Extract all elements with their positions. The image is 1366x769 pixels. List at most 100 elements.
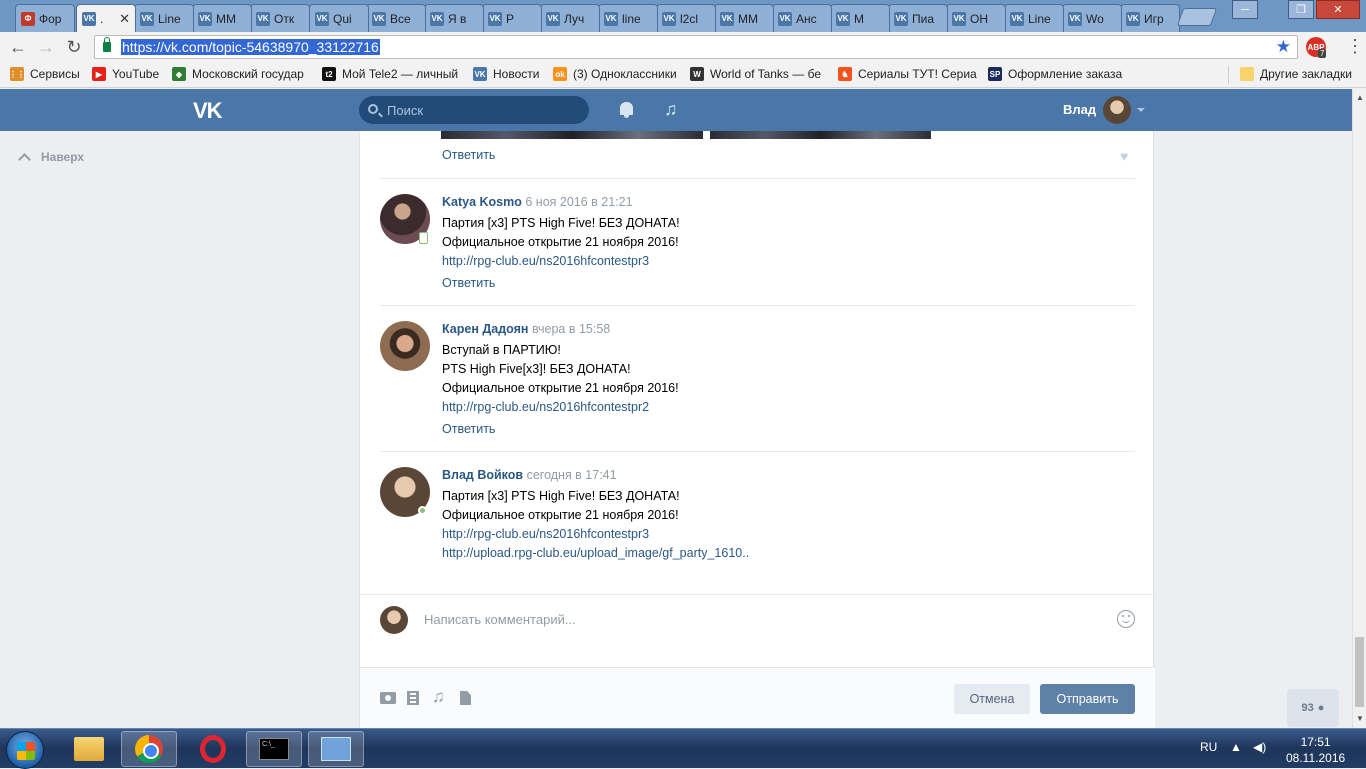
- author-name[interactable]: Влад Войков: [442, 468, 523, 482]
- other-bookmarks[interactable]: Другие закладки: [1240, 67, 1352, 81]
- taskbar-explorer[interactable]: [61, 731, 117, 767]
- browser-tab[interactable]: VK Line: [134, 4, 194, 32]
- taskbar-opera[interactable]: [185, 731, 241, 767]
- vk-favicon-icon: VK: [198, 11, 212, 26]
- audio-icon[interactable]: ♫: [432, 687, 445, 707]
- emoji-icon[interactable]: [1117, 610, 1135, 628]
- volume-icon[interactable]: ◀): [1253, 740, 1266, 754]
- taskbar-control-panel[interactable]: [308, 731, 364, 767]
- browser-tab[interactable]: VK Wo: [1062, 4, 1122, 32]
- attached-image[interactable]: [710, 131, 931, 139]
- comment-author[interactable]: Влад Войков сегодня в 17:41: [442, 468, 617, 482]
- browser-tab[interactable]: VK Я в: [424, 4, 484, 32]
- bookmark-item[interactable]: ▶ YouTube: [92, 67, 172, 81]
- browser-menu-icon[interactable]: ⋮: [1346, 36, 1364, 56]
- bookmark-item[interactable]: W World of Tanks — бе: [690, 67, 830, 81]
- comment-link[interactable]: http://rpg-club.eu/ns2016hfcontestpr3: [442, 527, 649, 541]
- send-button[interactable]: Отправить: [1040, 684, 1135, 714]
- browser-tab[interactable]: VK Анс: [772, 4, 832, 32]
- comment-author[interactable]: Katya Kosmo 6 ноя 2016 в 21:21: [442, 195, 633, 209]
- page-scrollbar[interactable]: ▲ ▼: [1352, 89, 1366, 728]
- browser-tab[interactable]: VK l2cl: [656, 4, 716, 32]
- close-window-button[interactable]: ✕: [1316, 0, 1360, 19]
- reply-link[interactable]: Ответить: [442, 148, 495, 162]
- start-button[interactable]: [6, 731, 44, 769]
- video-icon[interactable]: [407, 691, 419, 705]
- new-tab-button[interactable]: [1176, 8, 1218, 26]
- attached-image[interactable]: [441, 131, 703, 139]
- bookmark-item[interactable]: ◆ Московский государ: [172, 67, 310, 81]
- browser-tab[interactable]: VK Р: [482, 4, 542, 32]
- forward-button[interactable]: →: [35, 36, 57, 58]
- search-input[interactable]: Поиск: [359, 96, 589, 124]
- reload-button[interactable]: ↻: [63, 36, 85, 58]
- browser-tab[interactable]: VK М: [830, 4, 890, 32]
- system-clock[interactable]: 17:51 08.11.2016: [1286, 734, 1345, 766]
- vk-logo[interactable]: VK: [193, 98, 223, 124]
- comment-date[interactable]: вчера в 15:58: [532, 322, 610, 336]
- browser-tab[interactable]: VK MM: [192, 4, 252, 32]
- comment-author[interactable]: Карен Дадоян вчера в 15:58: [442, 322, 610, 336]
- comment-link[interactable]: http://rpg-club.eu/ns2016hfcontestpr3: [442, 254, 649, 268]
- bookmark-item[interactable]: t2 Мой Tele2 — личный: [322, 67, 464, 81]
- header-avatar[interactable]: [1103, 96, 1131, 124]
- scrollbar-thumb[interactable]: [1355, 637, 1364, 707]
- browser-tab[interactable]: VK Отк: [250, 4, 310, 32]
- bookmark-star-icon[interactable]: ★: [1276, 37, 1291, 57]
- browser-tab[interactable]: VK. ✕: [76, 4, 136, 32]
- browser-tab[interactable]: VK MM: [714, 4, 774, 32]
- browser-tab[interactable]: Ф Фор: [15, 4, 75, 32]
- comment-link[interactable]: http://rpg-club.eu/ns2016hfcontestpr2: [442, 400, 649, 414]
- cancel-button[interactable]: Отмена: [954, 684, 1030, 714]
- wot-icon: W: [690, 67, 704, 81]
- browser-tab[interactable]: VK ОН: [946, 4, 1006, 32]
- online-users-badge[interactable]: 93 ●: [1287, 689, 1339, 727]
- maximize-button[interactable]: ❐: [1288, 0, 1314, 19]
- comment-input[interactable]: Написать комментарий...: [424, 612, 576, 627]
- chevron-down-icon[interactable]: [1137, 108, 1145, 112]
- vk-favicon-icon: VK: [372, 11, 386, 26]
- scroll-up-arrow-icon[interactable]: ▲: [1356, 93, 1364, 102]
- like-heart-icon[interactable]: ♥: [1120, 148, 1128, 164]
- music-icon[interactable]: ♫: [664, 99, 678, 120]
- language-indicator[interactable]: RU: [1200, 740, 1217, 754]
- notifications-bell-icon[interactable]: [620, 102, 633, 118]
- comment-date[interactable]: 6 ноя 2016 в 21:21: [525, 195, 632, 209]
- browser-tab[interactable]: VK Луч: [540, 4, 600, 32]
- back-to-top-button[interactable]: Наверх: [18, 150, 84, 166]
- comment-link[interactable]: http://upload.rpg-club.eu/upload_image/g…: [442, 546, 749, 560]
- tray-arrow-icon[interactable]: ▲: [1230, 740, 1242, 754]
- vk-favicon-icon: VK: [488, 11, 502, 26]
- bookmark-item[interactable]: SP Оформление заказа: [988, 67, 1123, 81]
- reply-link[interactable]: Ответить: [442, 276, 495, 290]
- author-name[interactable]: Katya Kosmo: [442, 195, 522, 209]
- url-text[interactable]: https://vk.com/topic-54638970_33122716: [121, 39, 380, 55]
- scroll-down-arrow-icon[interactable]: ▼: [1356, 714, 1364, 723]
- back-button[interactable]: ←: [7, 36, 29, 58]
- url-input[interactable]: https://vk.com/topic-54638970_33122716 ★: [94, 35, 1298, 59]
- browser-tab[interactable]: VK Line: [1004, 4, 1064, 32]
- camera-icon[interactable]: [380, 692, 396, 704]
- tab-close-icon[interactable]: ✕: [119, 11, 130, 27]
- bookmark-item[interactable]: ♞ Сериалы ТУТ! Сериа: [838, 67, 978, 81]
- taskbar-cmd[interactable]: C:\_: [246, 731, 302, 767]
- vk-favicon-icon: VK: [430, 11, 444, 26]
- tab-title: Line: [1028, 11, 1051, 26]
- taskbar-chrome[interactable]: [121, 731, 177, 767]
- browser-tab[interactable]: VK Qui: [309, 4, 369, 32]
- document-icon[interactable]: [460, 691, 471, 705]
- reply-link[interactable]: Ответить: [442, 422, 495, 436]
- browser-tab[interactable]: VK line: [598, 4, 658, 32]
- comment-date[interactable]: сегодня в 17:41: [527, 468, 617, 482]
- tab-title: Я в: [448, 11, 467, 26]
- minimize-button[interactable]: ─: [1232, 0, 1258, 19]
- author-name[interactable]: Карен Дадоян: [442, 322, 528, 336]
- header-user-name[interactable]: Влад: [1063, 102, 1096, 117]
- bookmark-item[interactable]: ok (3) Одноклассники: [553, 67, 681, 81]
- vk-icon: VK: [473, 67, 487, 81]
- browser-tab[interactable]: VK Игр: [1120, 4, 1180, 32]
- browser-tab[interactable]: VK Все: [366, 4, 426, 32]
- bookmark-item[interactable]: VK Новости: [473, 67, 545, 81]
- browser-tab[interactable]: VK Пиа: [888, 4, 948, 32]
- avatar[interactable]: [380, 321, 430, 371]
